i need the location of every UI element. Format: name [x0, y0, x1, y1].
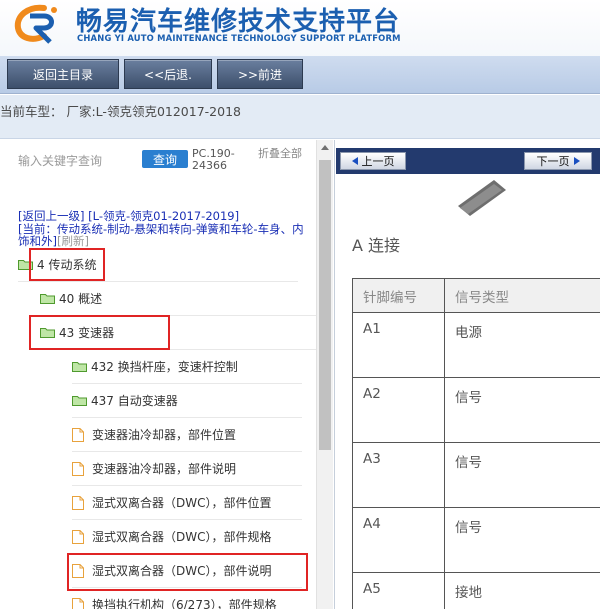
folder-icon — [72, 396, 87, 406]
scroll-up-icon[interactable] — [321, 145, 329, 150]
document-icon — [72, 461, 84, 476]
tree-item-automatic-transmission[interactable]: 437 自动变速器 — [72, 384, 302, 418]
table-row: A3 信号 — [352, 442, 600, 508]
current-model-bar: 当前车型： 厂家:L-领克领克012017-2018 — [0, 95, 600, 139]
pin-number: A5 — [352, 572, 445, 609]
home-button[interactable]: 返回主目录 — [7, 59, 119, 89]
tree-item-label: 换挡执行机构（6/273），部件规格 — [92, 598, 277, 609]
tree-item-doc[interactable]: 变速器油冷却器，部件位置 — [72, 418, 302, 452]
document-icon — [72, 427, 84, 442]
pin-number: A1 — [352, 312, 445, 378]
current-model-text: 当前车型： 厂家:L-领克领克012017-2018 — [0, 104, 241, 119]
connector-pin-graphic — [458, 180, 506, 216]
pin-number-header: 针脚编号 — [352, 278, 445, 313]
document-icon — [72, 529, 84, 544]
signal-type: 接地 — [444, 572, 600, 609]
tree-item-label: 湿式双离合器（DWC），部件说明 — [92, 564, 272, 578]
document-icon — [72, 563, 84, 578]
pin-number: A4 — [352, 507, 445, 573]
tree-item-overview[interactable]: 40 概述 — [40, 282, 320, 316]
folder-icon — [40, 328, 55, 338]
tree-item-label: 43 变速器 — [59, 326, 115, 340]
tree-item-shifter[interactable]: 432 换挡杆座，变速杆控制 — [72, 350, 302, 384]
cy-logo-icon — [14, 4, 57, 44]
signal-type-header: 信号类型 — [444, 278, 600, 313]
scroll-thumb[interactable] — [319, 160, 331, 450]
pc-code: PC.190-24366 — [192, 147, 235, 172]
forward-button[interactable]: >>前进 — [217, 59, 303, 89]
tree-item-transmission-system[interactable]: 4 传动系统 — [18, 248, 298, 282]
tree-item-doc[interactable]: 湿式双离合器（DWC），部件位置 — [72, 486, 302, 520]
folder-icon — [18, 260, 33, 270]
back-up-label[interactable]: [返回上一级] — [18, 209, 84, 223]
tree-item-label: 湿式双离合器（DWC），部件位置 — [92, 496, 272, 510]
tree-item-label: 432 换挡杆座，变速杆控制 — [91, 360, 238, 374]
section-title: A 连接 — [352, 236, 401, 255]
tree-item-doc[interactable]: 变速器油冷却器，部件说明 — [72, 452, 302, 486]
signal-type: 信号 — [444, 442, 600, 508]
refresh-link[interactable]: [刷新] — [57, 234, 89, 248]
table-row: A4 信号 — [352, 507, 600, 573]
table-row: A1 电源 — [352, 312, 600, 378]
tree-scrollbar[interactable] — [316, 140, 333, 609]
back-button[interactable]: <<后退. — [124, 59, 212, 89]
collapse-all-link[interactable]: 折叠全部 — [258, 148, 302, 160]
table-row: A5 接地 — [352, 572, 600, 609]
tree-item-gearbox[interactable]: 43 变速器 — [40, 316, 320, 350]
tree-item-label: 湿式双离合器（DWC），部件规格 — [92, 530, 272, 544]
table-header-row: 针脚编号 信号类型 — [352, 278, 600, 313]
search-input[interactable]: 输入关键字查询 — [18, 152, 102, 169]
signal-type: 信号 — [444, 507, 600, 573]
tree-panel: 输入关键字查询 查询 PC.190-24366 折叠全部 [返回上一级] [L-… — [0, 140, 335, 609]
tree-item-label: 变速器油冷却器，部件位置 — [92, 428, 237, 442]
prev-page-button[interactable]: 上一页 — [340, 152, 406, 170]
tree-item-doc[interactable]: 换挡执行机构（6/273），部件规格 — [72, 588, 302, 609]
document-icon — [72, 495, 84, 510]
prev-page-label: 上一页 — [361, 155, 395, 168]
search-button[interactable]: 查询 — [142, 150, 188, 168]
main-toolbar: 返回主目录 <<后退. >>前进 — [0, 56, 600, 94]
document-viewer: 上一页 下一页 A 连接 针脚编号 信号类型 A1 电源 A2 信号 A3 信号… — [336, 140, 600, 609]
tree-item-label: 变速器油冷却器，部件说明 — [92, 462, 237, 476]
arrow-right-icon — [573, 157, 580, 165]
next-page-label: 下一页 — [536, 155, 570, 168]
pin-number: A3 — [352, 442, 445, 508]
app-header: 畅易汽车维修技术支持平台 CHANG YI AUTO MAINTENANCE T… — [0, 0, 600, 57]
tree-item-label: 4 传动系统 — [37, 258, 97, 272]
folder-icon — [40, 294, 55, 304]
back-up-model: [L-领克-领克01-2017-2019] — [88, 209, 240, 223]
next-page-button[interactable]: 下一页 — [524, 152, 592, 170]
current-path: [当前：传动系统-制动-悬架和转向-弹簧和车轮-车身、内饰和外][刷新] — [18, 223, 308, 247]
signal-type: 电源 — [444, 312, 600, 378]
tree-item-doc-selected[interactable]: 湿式双离合器（DWC），部件说明 — [72, 554, 302, 588]
pin-table: 针脚编号 信号类型 A1 电源 A2 信号 A3 信号 A4 信号 A5 接地 — [352, 278, 600, 609]
tree-item-label: 437 自动变速器 — [91, 394, 178, 408]
page-nav-bar: 上一页 下一页 — [336, 148, 600, 174]
document-icon — [72, 597, 84, 609]
platform-title-en: CHANG YI AUTO MAINTENANCE TECHNOLOGY SUP… — [77, 33, 401, 43]
arrow-left-icon — [351, 157, 358, 165]
signal-type: 信号 — [444, 377, 600, 443]
pin-number: A2 — [352, 377, 445, 443]
tree-item-doc[interactable]: 湿式双离合器（DWC），部件规格 — [72, 520, 302, 554]
table-row: A2 信号 — [352, 377, 600, 443]
folder-icon — [72, 362, 87, 372]
tree-item-label: 40 概述 — [59, 292, 103, 306]
